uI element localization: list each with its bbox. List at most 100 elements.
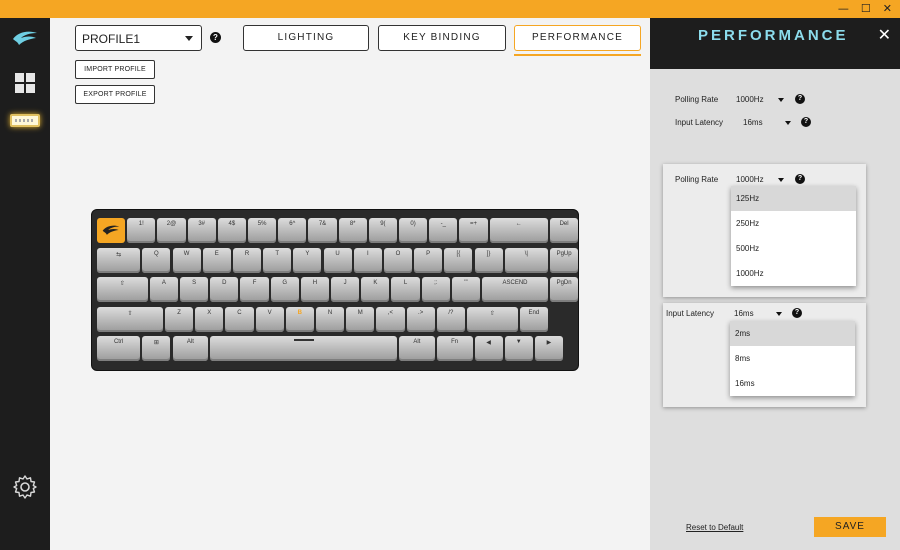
key[interactable]: 6^ [278,218,307,243]
key[interactable]: 2@ [157,218,186,243]
key[interactable]: End [519,306,548,332]
key[interactable]: U [323,247,352,273]
key[interactable]: 5% [248,218,277,243]
reset-to-default-link[interactable]: Reset to Default [686,523,743,532]
polling-option-125hz[interactable]: 125Hz [731,186,856,211]
key[interactable]: X [195,306,224,332]
key[interactable]: D [210,277,239,302]
tab-lighting[interactable]: LIGHTING [243,25,369,51]
polling-rate-popup-help-icon[interactable]: ? [795,174,805,184]
key[interactable]: K [361,277,390,302]
key[interactable]: ◀ [474,336,503,361]
key[interactable]: ⇧ [97,277,148,302]
key[interactable]: /? [436,306,465,332]
key[interactable]: F [240,277,269,302]
key[interactable]: ⊞ [142,336,171,361]
key[interactable]: L [391,277,420,302]
key[interactable]: I [353,247,382,273]
key[interactable]: V [255,306,284,332]
key[interactable]: S [180,277,209,302]
key[interactable]: Del [550,218,579,243]
key[interactable]: ,< [376,306,405,332]
key[interactable]: R [232,247,262,273]
key[interactable]: ⇆ [97,247,141,273]
chevron-down-icon[interactable] [778,98,784,102]
key[interactable]: 3# [187,218,216,243]
key[interactable] [210,336,397,361]
key[interactable]: E [202,247,231,273]
key[interactable]: ASCEND [482,277,548,302]
key[interactable]: T [263,247,292,273]
key[interactable]: B [285,306,314,332]
profile-dropdown[interactable]: PROFILE1 [75,25,202,51]
key[interactable]: -_ [429,218,458,243]
chevron-down-icon[interactable] [778,178,784,182]
latency-option-8ms[interactable]: 8ms [730,346,855,371]
key[interactable]: \| [504,247,548,273]
key[interactable]: H [300,277,330,302]
input-latency-popup-help-icon[interactable]: ? [792,308,802,318]
polling-option-250hz[interactable]: 250Hz [731,211,856,236]
key[interactable]: Alt [172,336,209,361]
key[interactable]: Fn [436,336,473,361]
key[interactable]: C [225,306,254,332]
key[interactable]: W [172,247,201,273]
key[interactable]: P [414,247,443,273]
input-latency-popup-value[interactable]: 16ms [734,309,754,318]
key[interactable]: ▶ [534,336,564,361]
key[interactable]: ⇧ [466,306,518,332]
profile-help-icon[interactable]: ? [210,32,221,43]
dashboard-icon[interactable] [15,73,35,93]
key[interactable]: A [149,277,179,302]
polling-rate-value[interactable]: 1000Hz [736,95,764,104]
key[interactable]: M [346,306,375,332]
close-icon[interactable]: ✕ [878,25,891,44]
settings-gear-icon[interactable] [12,474,38,500]
polling-option-1000hz[interactable]: 1000Hz [731,261,856,286]
key[interactable]: ;: [421,277,450,302]
key[interactable]: 7& [308,218,337,243]
chevron-down-icon[interactable] [785,121,791,125]
key[interactable]: 1! [127,218,156,243]
polling-rate-popup-value[interactable]: 1000Hz [736,175,764,184]
latency-option-2ms[interactable]: 2ms [730,321,855,346]
export-profile-button[interactable]: EXPORT PROFILE [75,85,155,104]
key[interactable]: 0) [399,218,428,243]
polling-rate-help-icon[interactable]: ? [795,94,805,104]
close-window-button[interactable]: ✕ [883,1,892,17]
key[interactable]: ]} [474,247,503,273]
input-latency-value[interactable]: 16ms [743,118,763,127]
key[interactable]: Q [142,247,171,273]
brand-key[interactable] [97,218,126,243]
tab-key-binding[interactable]: KEY BINDING [378,25,506,51]
save-button[interactable]: SAVE [814,517,886,537]
key[interactable]: N [315,306,345,332]
keyboard-icon[interactable] [10,114,40,127]
minimize-button[interactable]: — [838,1,849,17]
key[interactable]: PgDn [550,277,579,302]
maximize-button[interactable]: ☐ [861,1,871,17]
key[interactable]: Z [164,306,194,332]
key[interactable]: Ctrl [97,336,141,361]
key[interactable]: .> [406,306,435,332]
key[interactable]: 4$ [217,218,246,243]
latency-option-16ms[interactable]: 16ms [730,371,855,396]
key[interactable]: 9( [368,218,397,243]
tab-performance[interactable]: PERFORMANCE [514,25,641,51]
key[interactable]: 8* [338,218,367,243]
import-profile-button[interactable]: IMPORT PROFILE [75,60,155,79]
key[interactable]: [{ [444,247,473,273]
polling-option-500hz[interactable]: 500Hz [731,236,856,261]
key[interactable]: '" [451,277,481,302]
chevron-down-icon[interactable] [776,312,782,316]
key[interactable]: PgUp [550,247,579,273]
key[interactable]: Y [293,247,322,273]
key[interactable]: Alt [399,336,435,361]
key[interactable]: O [383,247,413,273]
input-latency-help-icon[interactable]: ? [801,117,811,127]
key[interactable]: G [270,277,299,302]
key[interactable]: =+ [459,218,488,243]
key[interactable]: ← [489,218,548,243]
key[interactable]: J [331,277,360,302]
key[interactable]: ⇧ [97,306,163,332]
